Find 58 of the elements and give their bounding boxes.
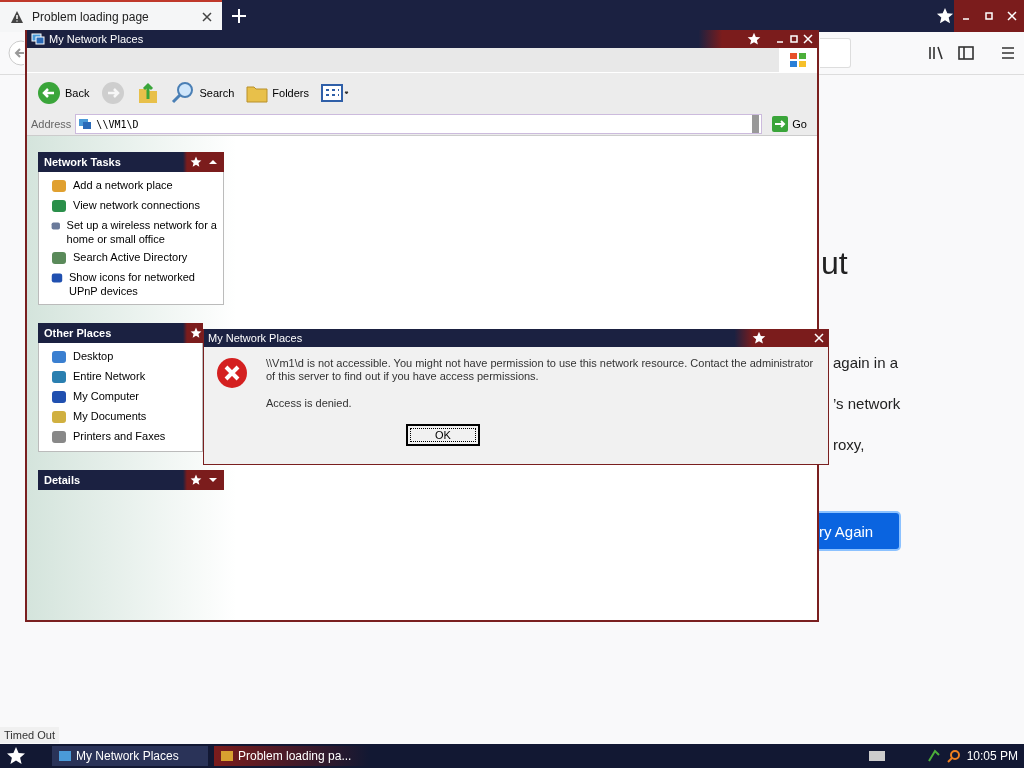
- task-link[interactable]: Entire Network: [51, 369, 196, 385]
- folders-button[interactable]: Folders: [244, 81, 311, 105]
- browser-tab[interactable]: Problem loading page: [0, 0, 222, 32]
- star-icon: [747, 32, 761, 46]
- task-link[interactable]: Printers and Faxes: [51, 429, 196, 445]
- maximize-icon[interactable]: [984, 11, 994, 21]
- status-text: Timed Out: [0, 727, 59, 743]
- star-icon: [190, 327, 202, 339]
- ok-button[interactable]: OK: [406, 424, 480, 446]
- new-tab-icon[interactable]: [232, 9, 246, 23]
- folder-up-icon: [137, 81, 160, 105]
- task-link[interactable]: Set up a wireless network for a home or small office: [51, 218, 217, 246]
- back-button[interactable]: Back: [35, 79, 92, 107]
- try-again-button[interactable]: ry Again: [819, 513, 899, 549]
- views-icon: [321, 83, 351, 103]
- star-icon: [936, 6, 954, 26]
- menu-icon[interactable]: [1000, 45, 1016, 61]
- panel-header[interactable]: Other Places: [38, 323, 203, 343]
- star-icon: [752, 331, 766, 345]
- task-link[interactable]: Search Active Directory: [51, 250, 217, 266]
- star-icon: [190, 474, 202, 486]
- error-heading: ut: [821, 245, 849, 282]
- error-text: roxy,: [833, 436, 866, 453]
- warning-icon: [10, 10, 24, 24]
- error-icon: [216, 357, 248, 389]
- task-link[interactable]: My Computer: [51, 389, 196, 405]
- task-link[interactable]: View network connections: [51, 198, 217, 214]
- task-link[interactable]: Desktop: [51, 349, 196, 365]
- search-button[interactable]: Search: [169, 79, 237, 107]
- search-icon[interactable]: [946, 749, 961, 763]
- task-link[interactable]: My Documents: [51, 409, 196, 425]
- error-text: again in a: [833, 354, 900, 371]
- task-link[interactable]: Add a network place: [51, 178, 217, 194]
- error-detail: Access is denied.: [266, 397, 353, 410]
- url-field[interactable]: [820, 38, 851, 68]
- dropdown-handle[interactable]: [752, 115, 760, 133]
- address-field[interactable]: \\VM1\D: [75, 114, 763, 134]
- maximize-icon[interactable]: [789, 34, 799, 44]
- library-icon[interactable]: [928, 45, 944, 61]
- clock: 10:05 PM: [966, 749, 1018, 763]
- dialog-title: My Network Places: [208, 332, 304, 344]
- window-title: My Network Places: [49, 33, 145, 45]
- start-star-icon: [6, 746, 26, 766]
- taskbar-button[interactable]: My Network Places: [52, 746, 208, 766]
- star-icon: [190, 156, 202, 168]
- panel-header[interactable]: Network Tasks: [38, 152, 224, 172]
- error-text: ’s network: [833, 395, 902, 412]
- go-button[interactable]: Go: [766, 116, 813, 132]
- close-icon[interactable]: [202, 12, 212, 22]
- error-message: \\Vm1\d is not accessible. You might not have permission to use this network resource. Contact the administrator of this server to find out if you have access permissions.: [266, 357, 815, 383]
- folder-icon: [246, 83, 269, 103]
- panel-header[interactable]: Details: [38, 470, 224, 490]
- sidebar-icon[interactable]: [958, 45, 974, 61]
- address-label: Address: [31, 118, 72, 130]
- flag-logo-icon: [789, 52, 807, 68]
- task-link[interactable]: Show icons for networked UPnP devices: [51, 270, 217, 298]
- back-arrow-icon[interactable]: [8, 40, 24, 66]
- search-icon: [171, 81, 196, 105]
